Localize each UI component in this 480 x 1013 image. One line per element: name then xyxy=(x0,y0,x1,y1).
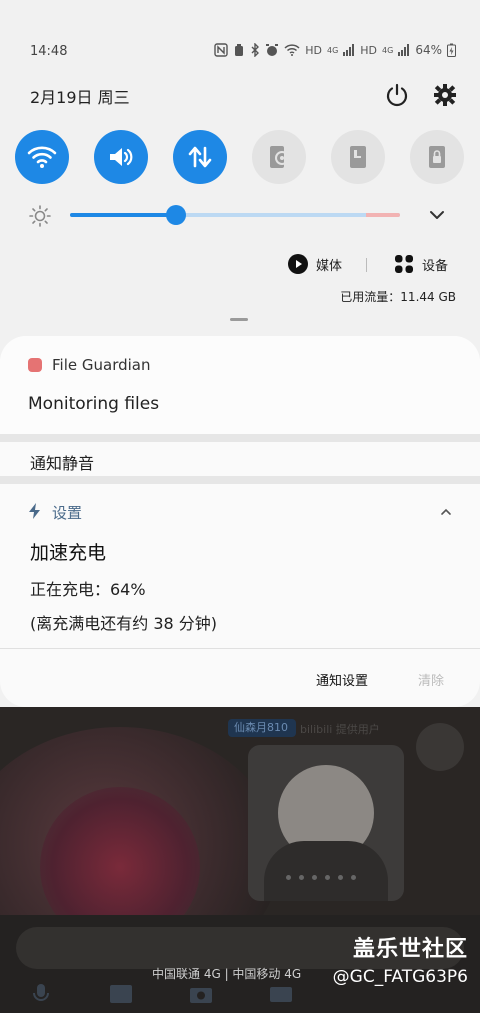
notification-panel: File Guardian Monitoring files 通知静音 设置 加… xyxy=(0,336,480,707)
notification-text: Monitoring files xyxy=(28,394,160,414)
file-guardian-notification[interactable]: File Guardian Monitoring files xyxy=(0,336,480,434)
portrait-lock-icon xyxy=(350,146,366,168)
power-button[interactable] xyxy=(384,82,410,108)
battery-charging-icon xyxy=(447,43,456,57)
devices-label: 设备 xyxy=(422,258,449,274)
hotspot-icon xyxy=(270,146,289,168)
date-label: 2月19日 周三 xyxy=(30,88,130,107)
watermark-title: 盖乐世社区 xyxy=(352,937,468,962)
sync-icon xyxy=(235,44,244,56)
brightness-slider[interactable] xyxy=(70,205,400,225)
network-label-3: HD xyxy=(360,43,378,57)
sticker-dots xyxy=(286,875,356,880)
panda-sticker xyxy=(248,745,404,901)
battery-percent: 64% xyxy=(415,43,442,57)
nfc-icon xyxy=(214,43,228,57)
media-button[interactable]: 媒体 xyxy=(288,254,342,274)
brightness-fill xyxy=(70,213,176,217)
charging-title: 加速充电 xyxy=(30,542,107,564)
notification-separator xyxy=(0,434,480,442)
data-arrows-icon xyxy=(188,146,212,168)
panel-divider xyxy=(0,648,480,649)
background-badge-text: bilibili 提供用户 xyxy=(300,723,380,736)
collapse-button[interactable] xyxy=(438,504,454,520)
brightness-thumb[interactable] xyxy=(165,205,186,225)
wifi-status-icon xyxy=(284,44,300,56)
microphone-icon xyxy=(33,984,49,1001)
status-bar: 14:48 HD 4G HD 4G 64% xyxy=(0,36,480,68)
expand-button[interactable] xyxy=(426,204,448,226)
envelope-icon xyxy=(270,987,292,1002)
chevron-up-icon xyxy=(441,508,451,515)
play-circle-icon xyxy=(288,254,308,274)
charging-time-remaining: (离充满电还有约 38 分钟) xyxy=(30,614,218,633)
sticker-body xyxy=(264,841,388,901)
notification-separator xyxy=(0,476,480,484)
watermark-user: @GC_FATG63P6 xyxy=(332,967,468,987)
wifi-icon xyxy=(27,146,57,168)
chevron-down-icon xyxy=(430,211,444,219)
charging-status: 正在充电：64% xyxy=(30,580,146,599)
background-badge: 仙森月810 xyxy=(228,719,296,737)
devices-button[interactable]: 设备 xyxy=(394,254,448,274)
background-app: 仙森月810 bilibili 提供用户 中国联通 4G | 中国移动 4G 盖… xyxy=(0,707,480,1013)
power-icon xyxy=(386,83,408,107)
clear-button[interactable]: 清除 xyxy=(418,670,444,689)
lock-icon xyxy=(429,146,445,168)
notification-settings-button[interactable]: 通知设置 xyxy=(316,670,368,689)
signal-icon xyxy=(343,44,355,56)
carrier-label: 中国联通 4G | 中国移动 4G xyxy=(152,967,302,981)
network-label-2: 4G xyxy=(326,45,339,55)
alarm-icon xyxy=(266,44,279,56)
media-divider xyxy=(366,258,367,272)
camera-icon xyxy=(190,988,212,1003)
status-icons: HD 4G HD 4G 64% xyxy=(214,43,456,57)
tile-mobile-data[interactable] xyxy=(173,130,227,184)
lightning-icon xyxy=(29,503,40,519)
charging-app-name: 设置 xyxy=(52,504,83,522)
brightness-icon xyxy=(29,205,51,227)
avatar xyxy=(416,723,464,771)
brightness-warm-zone xyxy=(366,213,400,217)
image-icon xyxy=(110,985,132,1003)
tile-secure-folder[interactable] xyxy=(410,130,464,184)
bottom-bar xyxy=(0,915,480,1013)
silent-notifications-header: 通知静音 xyxy=(30,454,95,473)
media-label: 媒体 xyxy=(316,258,343,274)
signal-icon-2 xyxy=(398,44,410,56)
drag-handle[interactable] xyxy=(230,318,248,321)
gear-icon xyxy=(434,84,456,106)
file-guardian-app-icon xyxy=(28,358,42,372)
tile-portrait[interactable] xyxy=(331,130,385,184)
tile-wifi[interactable] xyxy=(15,130,69,184)
network-label-1: HD xyxy=(305,43,322,57)
tile-sound[interactable] xyxy=(94,130,148,184)
settings-button[interactable] xyxy=(432,82,458,108)
bluetooth-icon xyxy=(251,43,260,57)
status-time: 14:48 xyxy=(30,44,68,59)
notification-app-name: File Guardian xyxy=(52,356,151,374)
data-usage: 已用流量：11.44 GB xyxy=(340,290,456,304)
network-label-4: 4G xyxy=(382,45,394,55)
grid-icon xyxy=(395,255,413,273)
volume-icon xyxy=(110,148,133,166)
tile-hotspot[interactable] xyxy=(252,130,306,184)
